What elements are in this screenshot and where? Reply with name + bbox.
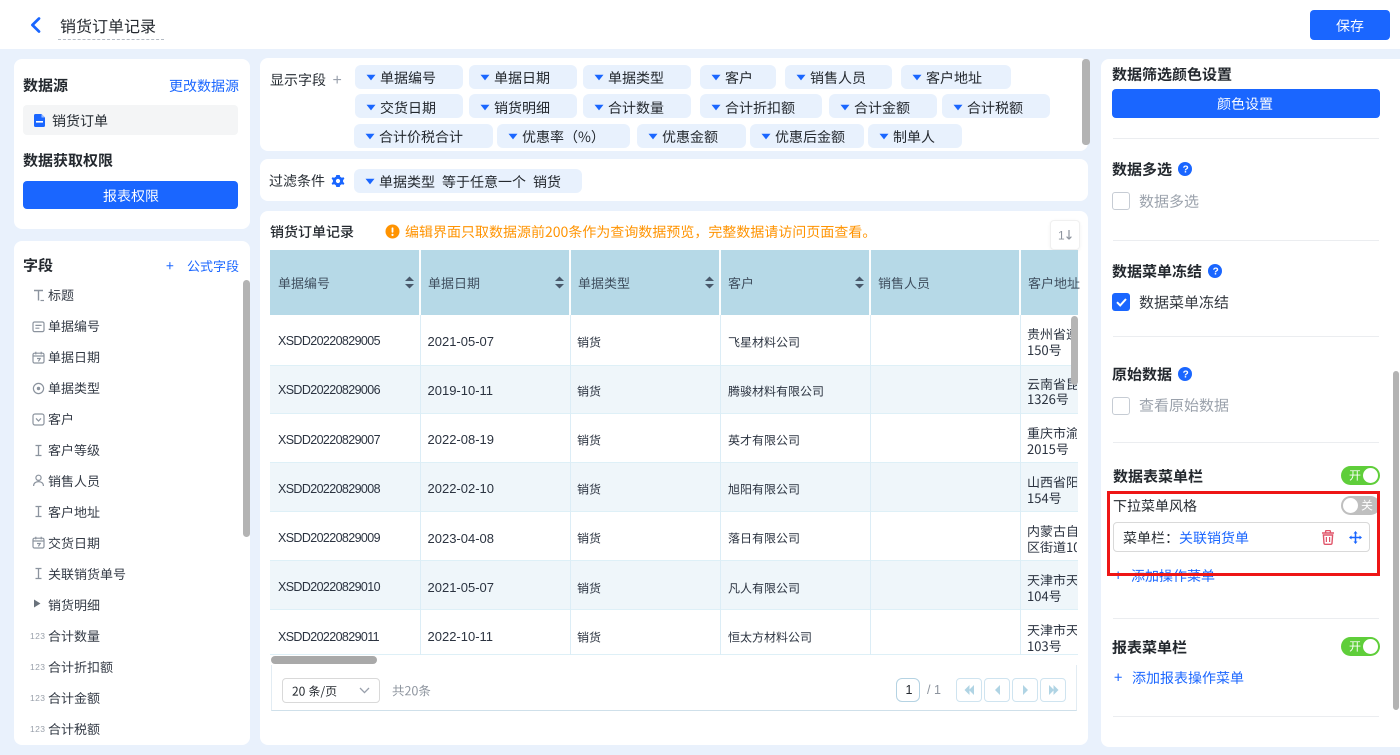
svg-text:1: 1 <box>1058 229 1065 243</box>
svg-text:?: ? <box>1183 164 1189 175</box>
svg-text:?: ? <box>1183 369 1189 380</box>
svg-text:?: ? <box>1213 266 1219 277</box>
